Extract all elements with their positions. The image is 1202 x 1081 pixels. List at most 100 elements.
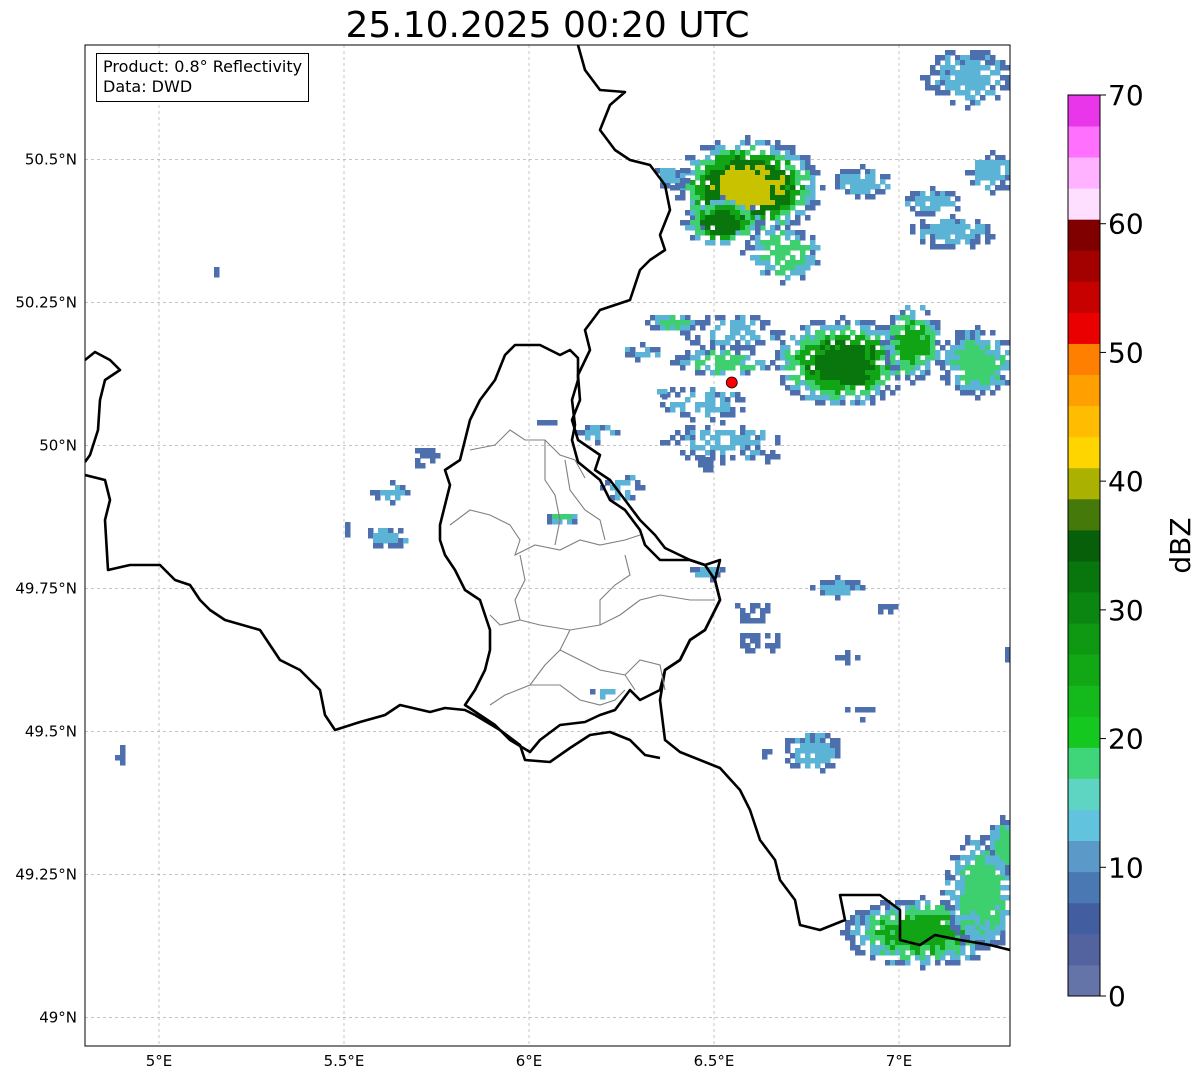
echo-cell xyxy=(785,743,791,749)
echo-cell xyxy=(740,440,746,446)
echo-cell xyxy=(935,206,941,212)
echo-cell xyxy=(865,930,871,936)
echo-cell xyxy=(825,395,831,401)
echo-cell xyxy=(715,195,721,201)
echo-cell xyxy=(930,224,936,230)
echo-cell xyxy=(720,350,726,356)
echo-cell xyxy=(790,150,796,156)
echo-cell xyxy=(885,905,891,911)
echo-cell xyxy=(705,210,711,216)
echo-cell xyxy=(655,347,661,353)
echo-cell xyxy=(765,633,771,639)
echo-cell xyxy=(925,925,931,931)
echo-cell xyxy=(690,185,696,191)
echo-cell xyxy=(795,220,801,226)
echo-cell xyxy=(705,315,711,321)
echo-cell xyxy=(765,255,771,261)
echo-cell xyxy=(762,754,768,760)
echo-cell xyxy=(805,160,811,166)
echo-cell xyxy=(750,638,756,644)
echo-cell xyxy=(680,173,686,179)
echo-cell xyxy=(715,145,721,151)
echo-cell xyxy=(755,603,761,609)
echo-cell xyxy=(830,370,836,376)
echo-cell xyxy=(715,160,721,166)
echo-cell xyxy=(920,206,926,212)
echo-cell xyxy=(970,865,976,871)
echo-cell xyxy=(895,315,901,321)
echo-cell xyxy=(1010,75,1016,81)
echo-cell xyxy=(765,230,771,236)
echo-cell xyxy=(985,385,991,391)
echo-cell xyxy=(960,895,966,901)
echo-cell xyxy=(940,925,946,931)
echo-cell xyxy=(715,365,721,371)
echo-cell xyxy=(770,180,776,186)
echo-cell xyxy=(815,395,821,401)
echo-cell xyxy=(965,900,971,906)
echo-cell xyxy=(970,925,976,931)
echo-cell xyxy=(830,395,836,401)
echo-cell xyxy=(800,738,806,744)
echo-cell xyxy=(388,543,394,549)
echo-cell xyxy=(695,350,701,356)
echo-cell xyxy=(980,170,986,176)
echo-cell xyxy=(860,345,866,351)
echo-cell xyxy=(378,543,384,549)
echo-cell xyxy=(795,355,801,361)
echo-cell xyxy=(585,435,591,441)
echo-cell xyxy=(755,260,761,266)
echo-cell xyxy=(1010,885,1016,891)
echo-cell xyxy=(970,180,976,186)
echo-cell xyxy=(915,340,921,346)
echo-cell xyxy=(685,155,691,161)
echo-cell xyxy=(890,390,896,396)
echo-cell xyxy=(980,855,986,861)
echo-cell xyxy=(850,179,856,185)
y-tick-label: 49.25°N xyxy=(15,865,77,883)
x-tick-label: 6°E xyxy=(516,1052,543,1070)
echo-cell xyxy=(800,748,806,754)
echo-cell xyxy=(805,345,811,351)
echo-cell xyxy=(373,538,379,544)
echo-cell xyxy=(940,244,946,250)
echo-cell xyxy=(760,210,766,216)
echo-cell xyxy=(810,260,816,266)
echo-cell xyxy=(905,925,911,931)
echo-cell xyxy=(940,365,946,371)
echo-cell xyxy=(760,150,766,156)
echo-cell xyxy=(910,935,916,941)
echo-cell xyxy=(975,395,981,401)
echo-cell xyxy=(885,935,891,941)
echo-cell xyxy=(850,585,856,591)
echo-cell xyxy=(820,365,826,371)
echo-cell xyxy=(940,345,946,351)
echo-cell xyxy=(670,320,676,326)
echo-cell xyxy=(990,234,996,240)
echo-cell xyxy=(395,485,401,491)
echo-cell xyxy=(810,240,816,246)
echo-cell xyxy=(980,75,986,81)
echo-cell xyxy=(685,435,691,441)
echo-cell xyxy=(810,320,816,326)
echo-cell xyxy=(1010,355,1016,361)
echo-cell xyxy=(920,191,926,197)
echo-cell xyxy=(760,325,766,331)
echo-cell xyxy=(965,355,971,361)
echo-cell xyxy=(740,430,746,436)
echo-cell xyxy=(950,925,956,931)
echo-cell xyxy=(875,930,881,936)
echo-cell xyxy=(810,255,816,261)
echo-cell xyxy=(960,910,966,916)
echo-cell xyxy=(845,930,851,936)
echo-cell xyxy=(915,345,921,351)
colorbar-segment xyxy=(1068,654,1100,686)
echo-cell xyxy=(930,345,936,351)
echo-cell xyxy=(960,385,966,391)
echo-cell xyxy=(935,80,941,86)
echo-cell xyxy=(930,244,936,250)
echo-cell xyxy=(820,325,826,331)
echo-cell xyxy=(775,245,781,251)
echo-cell xyxy=(910,905,916,911)
echo-cell xyxy=(740,335,746,341)
